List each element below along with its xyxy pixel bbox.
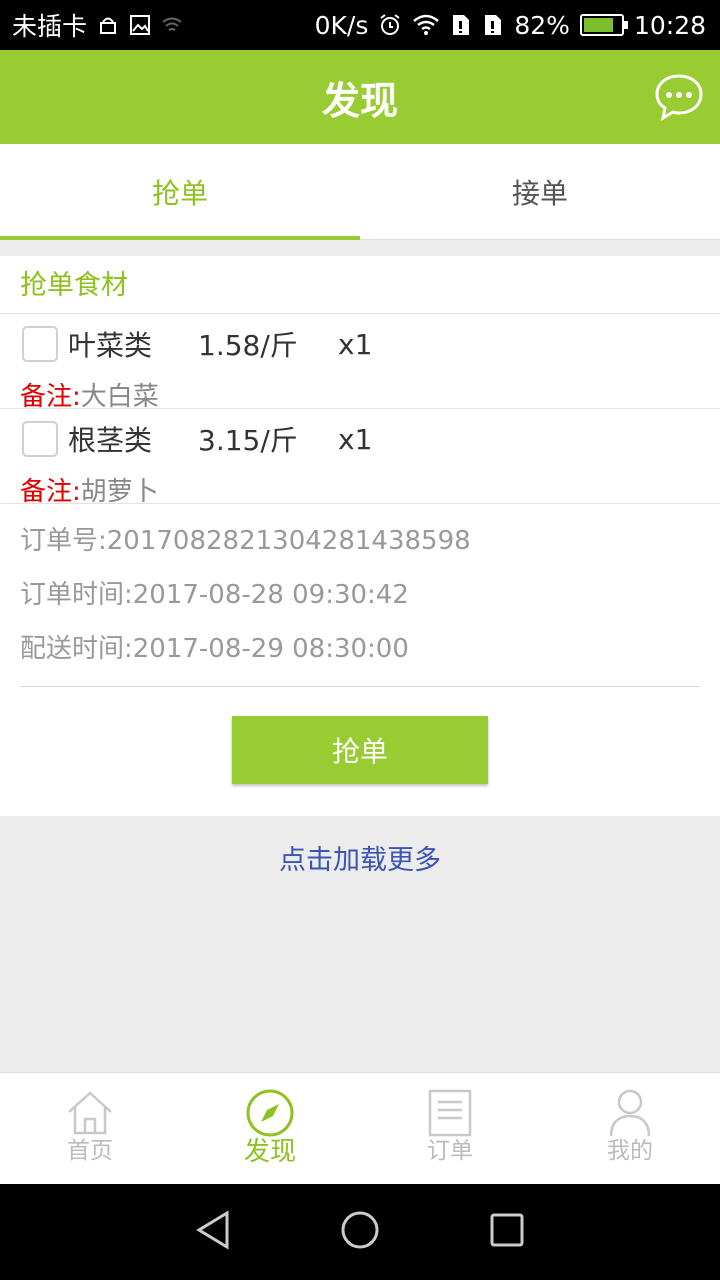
divider (20, 686, 700, 687)
sim2-icon (482, 13, 504, 37)
order-time: 订单时间:2017-08-28 09:30:42 (20, 580, 409, 610)
section-title: 抢单食材 (0, 256, 720, 314)
order-number: 订单号:2017082821304281438598 (20, 526, 471, 556)
note-label: 备注: (20, 382, 81, 412)
nav-discover[interactable]: 发现 (180, 1073, 360, 1184)
back-icon[interactable] (195, 1210, 231, 1254)
battery-percent: 82% (514, 10, 570, 40)
item-price: 3.15/斤 (198, 424, 298, 457)
sim1-icon (450, 13, 472, 37)
message-button[interactable] (654, 72, 704, 122)
wifi-icon (412, 14, 440, 36)
item-row: 根茎类 3.15/斤 x1 (22, 421, 372, 457)
nav-label: 我的 (607, 1138, 653, 1164)
status-bar: 未插卡 0K/s 82% 10:28 (0, 0, 720, 50)
item-name: 根茎类 (68, 424, 153, 457)
page-title: 发现 (321, 78, 398, 123)
nav-profile[interactable]: 我的 (540, 1073, 720, 1184)
order-card: 抢单食材 叶菜类 1.58/斤 x1 备注:大白菜 根茎类 3.15/斤 x1 … (0, 256, 720, 816)
battery-fill (583, 18, 613, 32)
android-icon (97, 14, 119, 36)
alarm-icon (378, 13, 402, 37)
order-info: 订单号:2017082821304281438598 订单时间:2017-08-… (0, 504, 720, 686)
item-checkbox[interactable] (22, 326, 58, 362)
nav-label: 订单 (427, 1138, 473, 1164)
chat-bubble-icon (655, 74, 703, 122)
status-left: 未插卡 (12, 7, 183, 43)
item-note: 备注:大白菜 (20, 376, 159, 413)
bottom-nav: 首页 发现 订单 我的 (0, 1072, 720, 1184)
battery-icon (579, 14, 628, 36)
carrier-label: 未插卡 (12, 12, 88, 41)
home-circle-icon[interactable] (340, 1210, 380, 1254)
status-right: 0K/s 82% 10:28 (315, 11, 706, 40)
image-icon (129, 14, 151, 36)
item-name: 叶菜类 (68, 329, 153, 362)
clock: 10:28 (633, 10, 706, 40)
note-text: 大白菜 (80, 382, 159, 412)
note-text: 胡萝卜 (80, 477, 159, 507)
list-item: 根茎类 3.15/斤 x1 备注:胡萝卜 (0, 409, 720, 507)
tab-grab-order[interactable]: 抢单 (0, 144, 360, 240)
item-row: 叶菜类 1.58/斤 x1 (22, 326, 372, 362)
item-price: 1.58/斤 (198, 329, 298, 362)
system-nav-bar (0, 1184, 720, 1280)
recents-icon[interactable] (489, 1212, 525, 1252)
nav-label: 首页 (67, 1138, 113, 1164)
list-item: 叶菜类 1.58/斤 x1 备注:大白菜 (0, 314, 720, 412)
load-more-link[interactable]: 点击加载更多 (0, 838, 720, 877)
item-note: 备注:胡萝卜 (20, 471, 159, 508)
screen: 未插卡 0K/s 82% 10:28 发现 抢单 接单 抢单食材 叶菜类 1.5… (0, 0, 720, 1280)
tab-accept-order[interactable]: 接单 (360, 144, 720, 239)
wifi-off-icon (161, 14, 183, 36)
item-quantity: x1 (338, 327, 373, 361)
nav-label: 发现 (243, 1137, 296, 1167)
network-speed: 0K/s (314, 10, 369, 40)
nav-orders[interactable]: 订单 (360, 1073, 540, 1184)
tab-bar: 抢单 接单 (0, 144, 720, 240)
grab-order-button[interactable]: 抢单 (232, 716, 488, 784)
title-bar: 发现 (0, 50, 720, 144)
delivery-time: 配送时间:2017-08-29 08:30:00 (20, 634, 409, 664)
item-quantity: x1 (338, 422, 373, 456)
item-checkbox[interactable] (22, 421, 58, 457)
nav-home[interactable]: 首页 (0, 1073, 180, 1184)
note-label: 备注: (20, 477, 81, 507)
